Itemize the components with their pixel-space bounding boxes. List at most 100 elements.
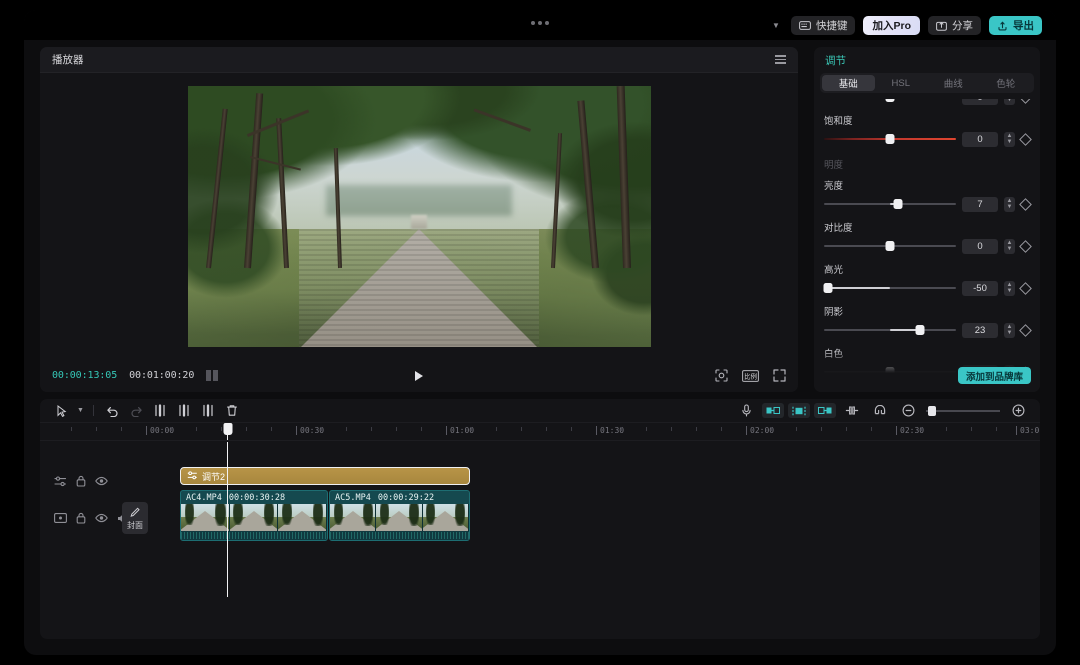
clip-waveform	[181, 531, 327, 540]
section-luminance: 明度	[824, 157, 1030, 171]
crop-focus-icon[interactable]	[715, 369, 728, 382]
lock-icon[interactable]	[76, 475, 86, 487]
value-brightness[interactable]: 7	[962, 197, 998, 212]
value-shadows[interactable]: 23	[962, 323, 998, 338]
label-brightness: 亮度	[824, 178, 1030, 192]
current-timecode: 00:00:13:05	[52, 370, 117, 381]
playhead-handle[interactable]	[227, 423, 228, 440]
control-highlights: 高光 -50 ▲▼	[824, 262, 1030, 297]
fullscreen-icon[interactable]	[773, 369, 786, 382]
split-right-icon[interactable]	[196, 401, 220, 421]
link-clip-icon[interactable]	[840, 401, 864, 421]
slider-saturation[interactable]	[824, 132, 956, 146]
stepper-clipped[interactable]: ▲▼	[1004, 99, 1015, 105]
adjust-panel: 调节 基础 HSL 曲线 色轮 0 ▲▼	[814, 47, 1040, 392]
split-left-icon[interactable]	[148, 401, 172, 421]
slider-highlights[interactable]	[824, 281, 956, 295]
clip-waveform	[330, 531, 469, 540]
keyframe-burst-icon[interactable]	[788, 403, 810, 418]
video-preview[interactable]	[188, 86, 651, 347]
slider-brightness[interactable]	[824, 197, 956, 211]
slider-clipped[interactable]	[824, 99, 956, 104]
value-contrast[interactable]: 0	[962, 239, 998, 254]
microphone-icon[interactable]	[734, 401, 758, 421]
stepper-brightness[interactable]: ▲▼	[1004, 197, 1015, 212]
join-pro-label: 加入Pro	[872, 18, 911, 33]
timeline-panel: ▼	[40, 399, 1040, 639]
video-clip-icon[interactable]	[54, 513, 67, 523]
label-shadows: 阴影	[824, 304, 1030, 318]
zoom-out-icon[interactable]	[896, 401, 920, 421]
cursor-dropdown-icon[interactable]: ▼	[74, 401, 87, 421]
lock-icon[interactable]	[76, 512, 86, 524]
share-label: 分享	[952, 18, 973, 33]
total-timecode: 00:01:00:20	[129, 370, 194, 381]
tab-color-wheel[interactable]: 色轮	[980, 75, 1033, 91]
clip-duration: 00:00:30:28	[229, 493, 285, 503]
stepper-contrast[interactable]: ▲▼	[1004, 239, 1015, 254]
control-saturation: 饱和度 0 ▲▼	[824, 113, 1030, 148]
slider-contrast[interactable]	[824, 239, 956, 253]
stepper-saturation[interactable]: ▲▼	[1004, 132, 1015, 147]
delete-icon[interactable]	[220, 401, 244, 421]
svg-text:比例: 比例	[744, 371, 757, 380]
player-stage	[40, 73, 798, 359]
zoom-slider[interactable]	[926, 404, 1000, 418]
transition-out-icon[interactable]	[814, 403, 836, 418]
diamond-keyframe-icon[interactable]	[1019, 198, 1032, 211]
clip-video-ac5[interactable]: AC5.MP4 00:00:29:22	[329, 490, 470, 541]
redo-icon[interactable]	[124, 401, 148, 421]
split-view-icon[interactable]	[206, 370, 218, 381]
clip-adjustment-label: 调节2	[202, 470, 225, 483]
keyboard-icon	[799, 21, 811, 30]
diamond-keyframe-icon[interactable]	[1019, 324, 1032, 337]
adjust-layer-icon	[187, 471, 198, 482]
hamburger-menu-icon[interactable]	[771, 51, 790, 68]
chevron-down-icon[interactable]: ▼	[769, 17, 783, 35]
value-highlights[interactable]: -50	[962, 281, 998, 296]
clip-adjustment-layer[interactable]: 调节2	[180, 467, 470, 485]
diamond-keyframe-icon[interactable]	[1019, 240, 1032, 253]
stepper-shadows[interactable]: ▲▼	[1004, 323, 1015, 338]
label-contrast: 对比度	[824, 220, 1030, 234]
play-icon[interactable]	[415, 371, 423, 381]
cover-button[interactable]: 封面	[122, 502, 148, 534]
diamond-keyframe-icon[interactable]	[1019, 99, 1032, 103]
eye-icon[interactable]	[95, 513, 108, 523]
split-center-icon[interactable]	[172, 401, 196, 421]
value-saturation[interactable]: 0	[962, 132, 998, 147]
clip-video-ac4[interactable]: AC4.MP4 00:00:30:28	[180, 490, 328, 541]
zoom-in-icon[interactable]	[1006, 401, 1030, 421]
tab-hsl[interactable]: HSL	[875, 75, 928, 91]
clip-name: AC4.MP4	[186, 493, 222, 503]
window-drag-handle[interactable]	[531, 21, 549, 25]
clip-thumbnails	[330, 504, 469, 531]
cover-button-label: 封面	[127, 520, 143, 531]
diamond-keyframe-icon[interactable]	[1019, 133, 1032, 146]
adjust-tabs: 基础 HSL 曲线 色轮	[820, 73, 1034, 93]
undo-icon[interactable]	[100, 401, 124, 421]
page-title: 播放器	[52, 52, 84, 67]
share-button[interactable]: 分享	[928, 16, 981, 35]
timeline-right-toolbar	[734, 401, 1030, 421]
tab-basic[interactable]: 基础	[822, 75, 875, 91]
adjust-sliders-icon[interactable]	[54, 476, 67, 487]
export-label: 导出	[1013, 18, 1034, 33]
add-to-brand-library-button[interactable]: 添加到品牌库	[958, 367, 1031, 384]
export-button[interactable]: 导出	[989, 16, 1042, 35]
eye-icon[interactable]	[95, 476, 108, 486]
value-clipped[interactable]: 0	[962, 99, 998, 105]
stepper-highlights[interactable]: ▲▼	[1004, 281, 1015, 296]
join-pro-button[interactable]: 加入Pro	[863, 16, 920, 35]
playhead-line	[227, 442, 228, 597]
slider-shadows[interactable]	[824, 323, 956, 337]
transition-in-icon[interactable]	[762, 403, 784, 418]
shortcuts-button[interactable]: 快捷键	[791, 16, 856, 35]
select-cursor-icon[interactable]	[50, 401, 74, 421]
control-clipped-top: 0 ▲▼	[824, 99, 1030, 106]
ratio-icon[interactable]: 比例	[742, 370, 759, 382]
magnet-snap-icon[interactable]	[868, 401, 892, 421]
tab-curves[interactable]: 曲线	[927, 75, 980, 91]
timeline-ruler[interactable]: 00:00 00:30 01:00 01:30 02:00 02:30 03:0	[40, 423, 1040, 441]
diamond-keyframe-icon[interactable]	[1019, 282, 1032, 295]
